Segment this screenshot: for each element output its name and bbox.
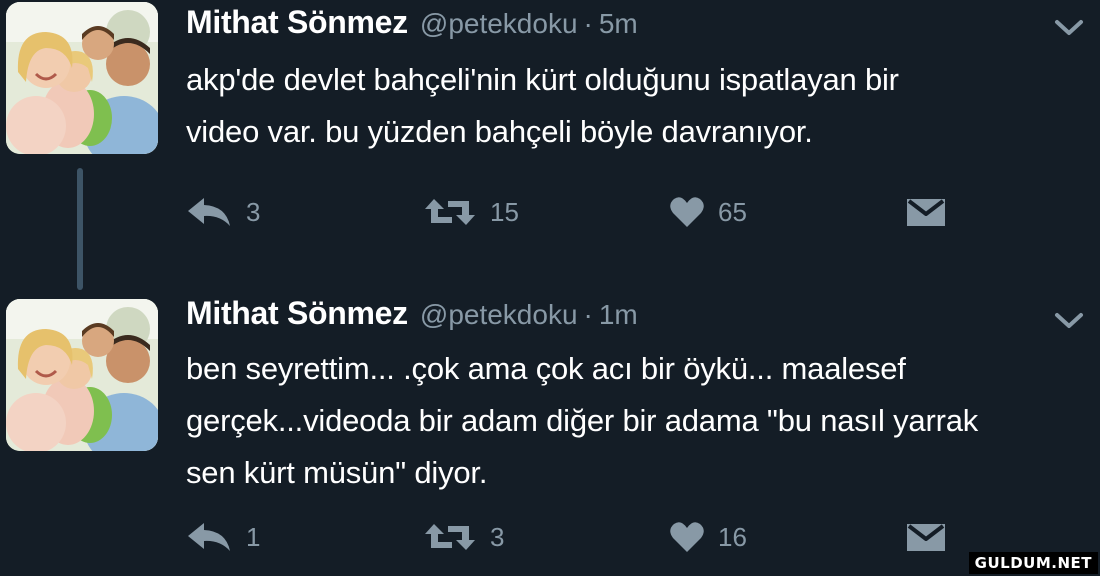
tweet-header: Mithat Sönmez @petekdoku · 1m <box>186 295 638 339</box>
retweet-icon <box>424 522 476 552</box>
separator-dot: · <box>583 299 593 330</box>
avatar-photo <box>6 2 158 154</box>
like-button[interactable]: 65 <box>670 192 747 232</box>
reply-button[interactable]: 1 <box>186 517 260 557</box>
reply-count: 1 <box>246 521 261 552</box>
envelope-icon <box>906 521 946 553</box>
retweet-button[interactable]: 3 <box>424 517 504 557</box>
reply-icon <box>186 196 232 228</box>
tweet-text-line: sen kürt müsün" diyor. <box>186 455 488 490</box>
retweet-count: 15 <box>490 196 519 227</box>
tweet-actions: 3 15 65 <box>186 192 986 232</box>
display-name[interactable]: Mithat Sönmez <box>186 4 408 41</box>
retweet-button[interactable]: 15 <box>424 192 519 232</box>
tweet-header: Mithat Sönmez @petekdoku · 5m <box>186 4 638 48</box>
direct-message-button[interactable] <box>906 192 946 232</box>
tweet-text-line: ben seyrettim... .çok ama çok acı bir öy… <box>186 351 906 386</box>
timestamp[interactable]: 5m <box>599 8 638 40</box>
reply-count: 3 <box>246 196 261 227</box>
tweet-text-line: video var. bu yüzden bahçeli böyle davra… <box>186 114 813 149</box>
timeline: Mithat Sönmez @petekdoku · 5m akp'de dev… <box>0 0 1100 576</box>
avatar[interactable] <box>6 2 158 154</box>
chevron-down-icon[interactable] <box>1054 18 1084 38</box>
heart-icon <box>670 196 704 228</box>
retweet-icon <box>424 197 476 227</box>
display-name[interactable]: Mithat Sönmez <box>186 295 408 332</box>
avatar[interactable] <box>6 299 158 451</box>
tweet-text: ben seyrettim... .çok ama çok acı bir öy… <box>186 343 1091 499</box>
envelope-icon <box>906 196 946 228</box>
like-count: 16 <box>718 521 747 552</box>
tweet[interactable]: Mithat Sönmez @petekdoku · 1m ben seyret… <box>0 295 1100 576</box>
like-button[interactable]: 16 <box>670 517 747 557</box>
tweet-text-line: gerçek...videoda bir adam diğer bir adam… <box>186 403 979 438</box>
username[interactable]: @petekdoku <box>420 299 578 331</box>
username[interactable]: @petekdoku <box>420 8 578 40</box>
watermark: GULDUM.NET <box>968 552 1098 574</box>
avatar-photo <box>6 299 158 451</box>
reply-icon <box>186 521 232 553</box>
chevron-down-icon[interactable] <box>1054 311 1084 331</box>
tweet[interactable]: Mithat Sönmez @petekdoku · 5m akp'de dev… <box>0 0 1100 295</box>
reply-button[interactable]: 3 <box>186 192 260 232</box>
thread-line <box>77 168 83 290</box>
separator-dot: · <box>583 8 593 39</box>
direct-message-button[interactable] <box>906 517 946 557</box>
tweet-text-line: akp'de devlet bahçeli'nin kürt olduğunu … <box>186 62 899 97</box>
heart-icon <box>670 521 704 553</box>
tweet-actions: 1 3 16 <box>186 517 986 557</box>
timestamp[interactable]: 1m <box>599 299 638 331</box>
tweet-text: akp'de devlet bahçeli'nin kürt olduğunu … <box>186 54 1091 158</box>
retweet-count: 3 <box>490 521 505 552</box>
like-count: 65 <box>718 196 747 227</box>
